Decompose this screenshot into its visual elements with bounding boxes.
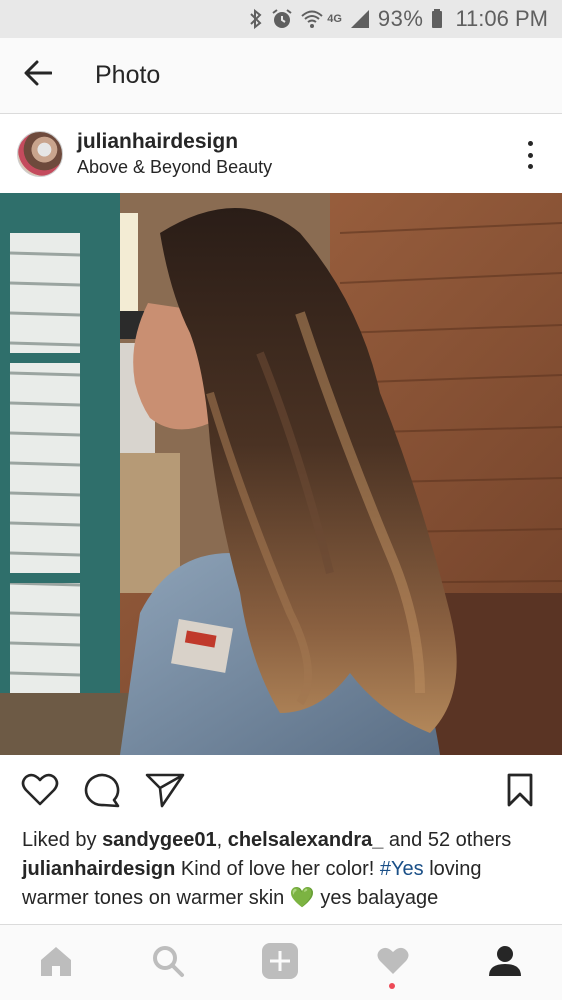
liker-2[interactable]: chelsalexandra_ (228, 829, 384, 851)
arrow-left-icon (24, 60, 53, 91)
battery-percent: 93% (377, 6, 424, 31)
nav-activity[interactable] (358, 925, 428, 1001)
heart-outline-icon (21, 773, 59, 812)
save-button[interactable] (500, 770, 540, 814)
network-label: 4G (327, 13, 342, 25)
signal-icon (350, 9, 370, 29)
post-header: julianhairdesign Above & Beyond Beauty (0, 115, 562, 193)
more-options-button[interactable] (520, 141, 540, 169)
likes-suffix[interactable]: and 52 others (383, 829, 511, 851)
status-clock: 11:06 PM (455, 6, 548, 31)
more-vertical-icon (527, 141, 533, 146)
share-button[interactable] (145, 770, 185, 814)
bottom-nav (0, 924, 562, 1000)
profile-icon (488, 945, 522, 982)
app-header: Photo (0, 38, 562, 114)
caption-text-1: Kind of love her color! (175, 858, 380, 880)
likes-sep: , (216, 829, 228, 851)
caption-username[interactable]: julianhairdesign (22, 858, 175, 880)
home-icon (39, 945, 73, 982)
page-title: Photo (95, 61, 161, 89)
post-user-info: julianhairdesign Above & Beyond Beauty (77, 130, 272, 178)
more-dot (527, 164, 533, 169)
caption-text-3: yes balayage (314, 887, 439, 909)
bluetooth-icon (249, 8, 263, 30)
notification-dot (389, 983, 395, 989)
photo-illustration (0, 193, 562, 755)
status-bar: 4G 93% 11:06 PM (0, 0, 562, 38)
comment-button[interactable] (83, 770, 123, 814)
post-location[interactable]: Above & Beyond Beauty (77, 156, 272, 178)
hashtag-link[interactable]: #Yes (380, 858, 424, 880)
like-button[interactable] (20, 770, 60, 814)
more-dot (527, 152, 533, 158)
caption: julianhairdesign Kind of love her color!… (22, 855, 546, 913)
nav-search[interactable] (133, 925, 203, 1001)
post-text: Liked by sandygee01, chelsalexandra_ and… (22, 826, 546, 913)
green-heart-emoji: 💚 (289, 887, 315, 909)
nav-profile[interactable] (470, 925, 540, 1001)
send-icon (145, 772, 185, 813)
post-photo[interactable] (0, 193, 562, 755)
comment-icon (84, 772, 122, 813)
activity-heart-icon (376, 946, 410, 981)
battery-icon (431, 9, 443, 29)
search-icon (151, 944, 185, 983)
wifi-icon (301, 9, 323, 29)
alarm-icon (271, 8, 293, 30)
post-actions (0, 770, 562, 816)
post-username[interactable]: julianhairdesign (77, 130, 272, 154)
liker-1[interactable]: sandygee01 (102, 829, 217, 851)
add-icon (261, 942, 299, 985)
nav-add[interactable] (245, 925, 315, 1001)
likes-prefix: Liked by (22, 829, 103, 851)
back-button[interactable] (3, 38, 73, 114)
bookmark-icon (506, 772, 534, 813)
avatar[interactable] (17, 131, 63, 177)
likes-line: Liked by sandygee01, chelsalexandra_ and… (22, 826, 546, 855)
nav-home[interactable] (21, 925, 91, 1001)
